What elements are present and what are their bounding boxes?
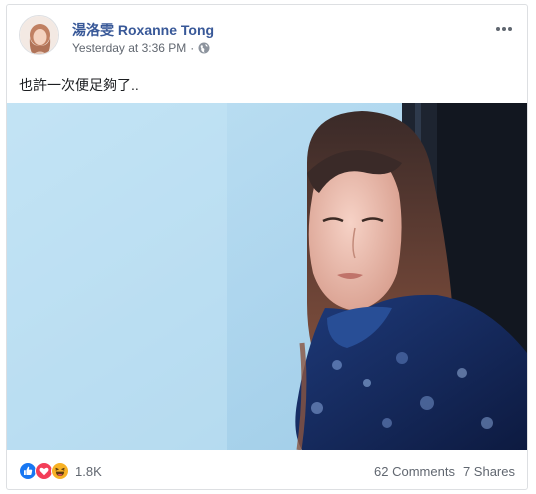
globe-icon[interactable] [198,42,210,54]
author-name[interactable]: 湯洛雯 Roxanne Tong [72,20,214,40]
post-footer: 1.8K 62 Comments 7 Shares [19,459,515,483]
post-timestamp[interactable]: Yesterday at 3:36 PM [72,41,186,55]
reaction-icons [19,462,69,480]
reaction-count: 1.8K [75,463,102,479]
comments-count-link[interactable]: 62 Comments [374,464,455,479]
haha-icon [51,462,69,480]
meta-separator: · [190,41,195,55]
post-photo[interactable] [7,103,527,450]
avatar-photo [20,16,58,54]
more-options-icon[interactable] [493,21,515,37]
shares-count-link[interactable]: 7 Shares [463,464,515,479]
post-meta: Yesterday at 3:36 PM · [72,41,210,55]
post-caption: 也許一次便足夠了.. [19,77,139,93]
post-header: 湯洛雯 Roxanne Tong Yesterday at 3:36 PM · [19,15,517,59]
engagement-stats: 62 Comments 7 Shares [374,464,515,479]
reactions-summary[interactable]: 1.8K [19,462,102,480]
photo-image [7,103,527,450]
author-avatar[interactable] [19,15,59,55]
post-card: 湯洛雯 Roxanne Tong Yesterday at 3:36 PM · … [6,4,528,490]
